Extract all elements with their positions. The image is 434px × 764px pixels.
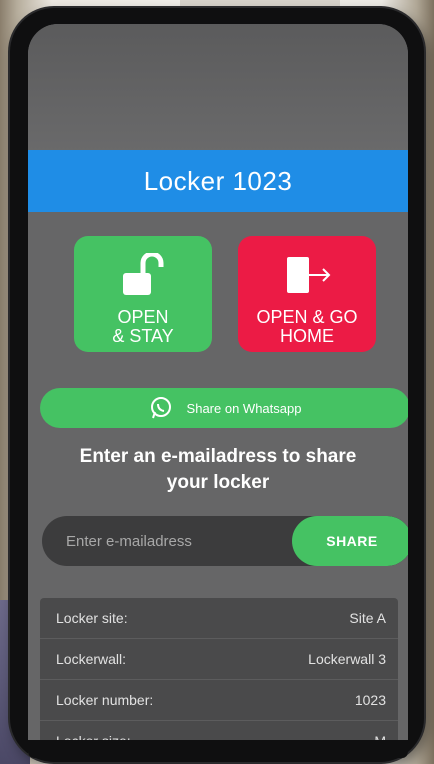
- open-stay-button[interactable]: OPEN & STAY: [74, 236, 212, 352]
- email-input[interactable]: [42, 516, 312, 566]
- detail-label: Locker site:: [56, 610, 128, 626]
- status-area: [28, 24, 408, 154]
- detail-row-site: Locker site: Site A: [40, 598, 398, 639]
- detail-label: Locker number:: [56, 692, 154, 708]
- share-whatsapp-button[interactable]: Share on Whatsapp: [40, 388, 408, 428]
- detail-label: Lockerwall:: [56, 651, 127, 667]
- unlock-icon: [117, 252, 169, 298]
- header-bar: Locker 1023: [28, 150, 408, 212]
- app-screen: Locker 1023 OPEN & STAY OPEN & GO HOME S…: [28, 24, 408, 758]
- locker-details: Locker site: Site A Lockerwall: Lockerwa…: [40, 598, 398, 758]
- open-stay-label: OPEN & STAY: [112, 307, 174, 346]
- detail-row-number: Locker number: 1023: [40, 680, 398, 721]
- detail-value: Lockerwall 3: [308, 651, 386, 667]
- share-heading: Enter an e-mailadress to share your lock…: [79, 446, 357, 493]
- detail-value: Site A: [349, 610, 386, 626]
- open-go-home-label: OPEN & GO HOME: [256, 307, 358, 346]
- phone-frame: Locker 1023 OPEN & STAY OPEN & GO HOME S…: [10, 8, 424, 762]
- exit-door-icon: [279, 252, 335, 298]
- open-go-home-button[interactable]: OPEN & GO HOME: [238, 236, 376, 352]
- whatsapp-label: Share on Whatsapp: [186, 400, 302, 416]
- email-share-row: SHARE: [42, 516, 408, 566]
- detail-row-lockerwall: Lockerwall: Lockerwall 3: [40, 639, 398, 680]
- share-button[interactable]: SHARE: [292, 516, 408, 566]
- whatsapp-icon: [149, 396, 173, 420]
- bottom-bezel: [28, 740, 408, 758]
- detail-value: 1023: [354, 692, 386, 708]
- page-title: Locker 1023: [143, 165, 293, 196]
